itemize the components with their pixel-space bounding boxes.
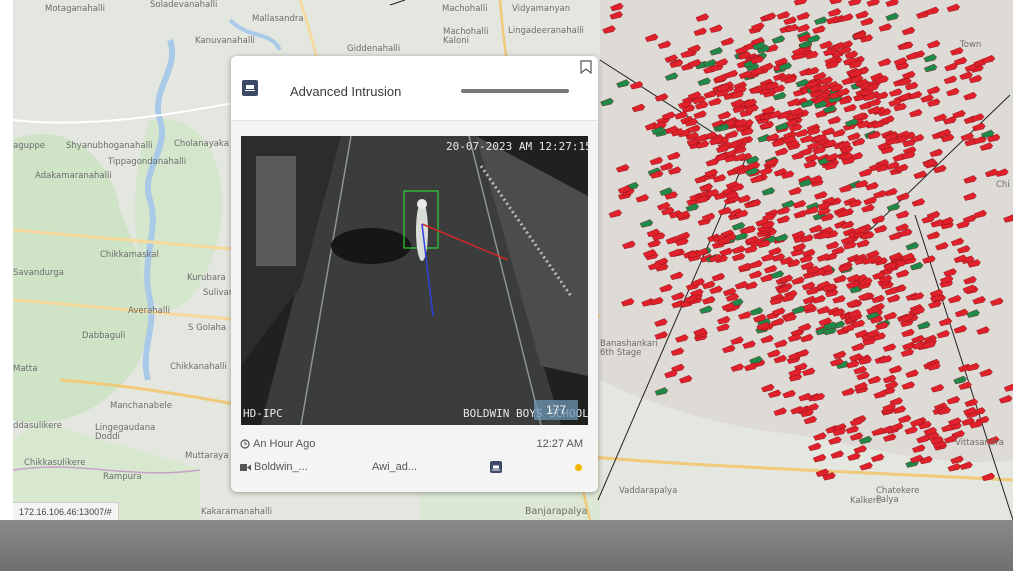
map-place-label: Vidyamanyan bbox=[512, 4, 571, 14]
map-place-label: Lingegaudana Doddi bbox=[95, 423, 156, 442]
map-place-label: Savandurga bbox=[13, 268, 64, 278]
map-place-label: Rampura bbox=[103, 472, 142, 482]
map-place-label: Chatekere Palya bbox=[876, 486, 920, 505]
window-left-edge bbox=[0, 0, 13, 520]
clock-icon bbox=[240, 439, 250, 449]
analytic-name[interactable]: Awi_ad... bbox=[372, 461, 417, 473]
map-place-label: Cholanayaka bbox=[174, 139, 229, 149]
map-place-label: ddasulikere bbox=[13, 421, 62, 431]
camera-marker-icon bbox=[853, 445, 867, 454]
map-place-label: aguppe bbox=[13, 141, 46, 151]
map-place-label: Vaddarapalya bbox=[619, 486, 678, 496]
status-dot bbox=[575, 464, 582, 471]
map-place-label: Town bbox=[960, 40, 982, 50]
map-place-label: Kanuvanahalli bbox=[195, 36, 255, 46]
camera-id-badge: 177 bbox=[534, 400, 578, 420]
bookmark-icon[interactable] bbox=[580, 60, 592, 74]
event-title: Advanced Intrusion bbox=[290, 84, 402, 99]
map-place-label: Chi bbox=[996, 180, 1010, 190]
map-place-label: Kurubara bbox=[187, 273, 226, 283]
camera-marker-icon bbox=[847, 452, 861, 461]
map-place-label: Motaganahalli bbox=[45, 4, 105, 14]
event-time: 12:27 AM bbox=[536, 438, 583, 450]
map-place-label: Shyanubhoganahalli bbox=[66, 141, 153, 151]
event-popup-card[interactable]: Advanced Intrusion 20-07-2023 AM 12:27:1… bbox=[231, 56, 598, 492]
status-url: 172.16.106.46:13007/# bbox=[13, 502, 119, 522]
camera-marker-icon bbox=[870, 453, 885, 463]
event-card-header: Advanced Intrusion bbox=[231, 56, 598, 121]
map-place-label: Adakamaranahalli bbox=[35, 171, 112, 181]
map-place-label: Banashankari 6th Stage bbox=[600, 339, 658, 358]
map-place-label: Manchanabele bbox=[110, 401, 173, 411]
camera-marker-icon bbox=[830, 450, 845, 459]
bottom-bar bbox=[0, 520, 1013, 571]
map-place-label: Giddenahalli bbox=[347, 44, 401, 54]
camera-marker-icon bbox=[947, 463, 961, 472]
time-ago: An Hour Ago bbox=[240, 438, 315, 450]
map-place-label: Tippagondanahalli bbox=[108, 157, 187, 167]
camera-marker-icon bbox=[807, 442, 822, 452]
camera-marker-icon bbox=[959, 461, 973, 470]
camera-name-text: Boldwin_... bbox=[254, 461, 308, 473]
map-place-label: Averahalli bbox=[128, 306, 170, 316]
map-place-label: Matta bbox=[13, 364, 38, 374]
camera-event-icon bbox=[242, 80, 258, 96]
snapshot-scene bbox=[241, 136, 588, 425]
camera-name[interactable]: Boldwin_... bbox=[240, 461, 308, 473]
map-place-label: S Golaha bbox=[188, 323, 227, 333]
map-place-label: Vittasandra bbox=[955, 438, 1004, 448]
event-snapshot[interactable]: 20-07-2023 AM 12:27:15 HD-IPC BOLDWIN BO… bbox=[241, 136, 588, 425]
map-place-label: Machohalli bbox=[442, 4, 488, 14]
map-place-label: Sulivar bbox=[203, 288, 233, 298]
video-timestamp: 20-07-2023 AM 12:27:15 bbox=[446, 140, 588, 153]
map-place-label: Chikkamaskal bbox=[100, 250, 159, 260]
map-place-label: Chikkanahalli bbox=[170, 362, 227, 372]
camera-marker-icon bbox=[859, 462, 873, 471]
map-place-label: Kakaramanahalli bbox=[201, 507, 273, 517]
video-camera-icon bbox=[240, 463, 251, 471]
map-place-label: Muttaraya bbox=[185, 451, 229, 461]
map-place-label: Banjarapalya bbox=[525, 506, 588, 517]
camera-marker-icon bbox=[812, 453, 827, 463]
map-place-label: Soladevanahalli bbox=[150, 0, 218, 10]
map-place-label: Chikkasulikere bbox=[24, 458, 86, 468]
event-type-icon bbox=[490, 461, 502, 473]
map-place-label: Machohalli Kaloni bbox=[443, 27, 489, 46]
map-place-label: Mallasandra bbox=[252, 14, 304, 24]
camera-type-overlay: HD-IPC bbox=[243, 407, 283, 420]
map-place-label: Dabbaguli bbox=[82, 331, 126, 341]
time-ago-text: An Hour Ago bbox=[253, 438, 316, 450]
map-place-label: Lingadeeranahalli bbox=[508, 26, 584, 36]
title-underline-bar bbox=[461, 89, 569, 93]
